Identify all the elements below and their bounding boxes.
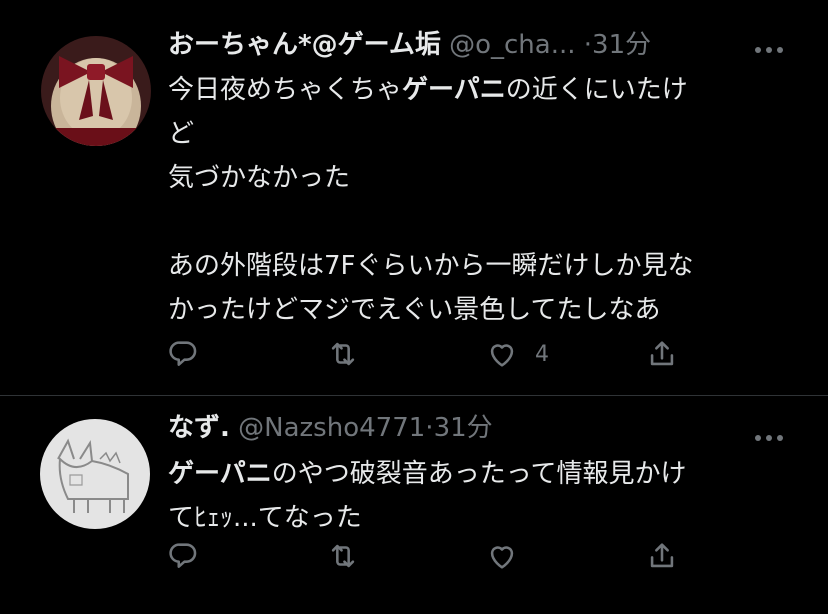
tweet-text: 今日夜めちゃくちゃゲーパニの近くにいたけ ど 気づかなかった あの外階段は7Fぐ… [168, 68, 788, 332]
tweet-text-rest: てﾋｪｯ...てなった [168, 503, 362, 533]
tweet-text-post: の近くにいたけ [505, 75, 688, 105]
reply-button[interactable] [166, 334, 200, 374]
more-icon[interactable] [754, 428, 784, 441]
tweet-text-pre: 今日夜めちゃくちゃ [168, 75, 403, 105]
timestamp[interactable]: 31分 [434, 413, 493, 443]
tweet-actions: 4 [0, 334, 828, 374]
more-icon[interactable] [754, 40, 784, 53]
like-button[interactable] [485, 536, 519, 576]
display-name[interactable]: おーちゃん*@ゲーム垢 [168, 30, 441, 60]
display-name[interactable]: なず. [168, 413, 230, 443]
tweet-text-post: のやつ破裂音あったって情報見かけ [271, 459, 687, 489]
share-icon [650, 543, 674, 568]
handle[interactable]: @o_cha... [449, 30, 575, 60]
tweet-text: ゲーパニのやつ破裂音あったって情報見かけ てﾋｪｯ...てなった [168, 452, 788, 540]
avatar[interactable] [41, 36, 151, 146]
separator: · [425, 413, 434, 443]
like-button[interactable]: 4 [485, 334, 549, 374]
retweet-button[interactable] [326, 334, 360, 374]
reply-icon [169, 543, 197, 568]
share-icon [650, 341, 674, 366]
like-icon [490, 344, 514, 367]
tweet[interactable]: なず. @Nazsho4771·31分 ゲーパニのやつ破裂音あったって情報見かけ… [0, 395, 828, 614]
retweet-icon [331, 342, 355, 366]
reply-button[interactable] [166, 536, 200, 576]
reply-icon [169, 341, 197, 366]
share-button[interactable] [645, 536, 679, 576]
retweet-icon [331, 544, 355, 568]
tweet-text-bold: ゲーパニ [168, 459, 272, 489]
like-count: 4 [535, 341, 549, 367]
avatar[interactable] [40, 419, 150, 529]
retweet-button[interactable] [326, 536, 360, 576]
separator: · [583, 30, 593, 60]
tweet-actions [0, 536, 828, 576]
tweet-text-bold: ゲーパニ [402, 75, 506, 105]
timestamp[interactable]: 31分 [592, 30, 651, 60]
like-icon [490, 546, 514, 569]
tweet[interactable]: おーちゃん*@ゲーム垢 @o_cha... ·31分 今日夜めちゃくちゃゲーパニ… [0, 0, 828, 395]
share-button[interactable] [645, 334, 679, 374]
handle[interactable]: @Nazsho4771 [238, 413, 425, 443]
tweet-text-rest: ど 気づかなかった あの外階段は7Fぐらいから一瞬だけしか見な かったけどマジで… [168, 119, 694, 325]
